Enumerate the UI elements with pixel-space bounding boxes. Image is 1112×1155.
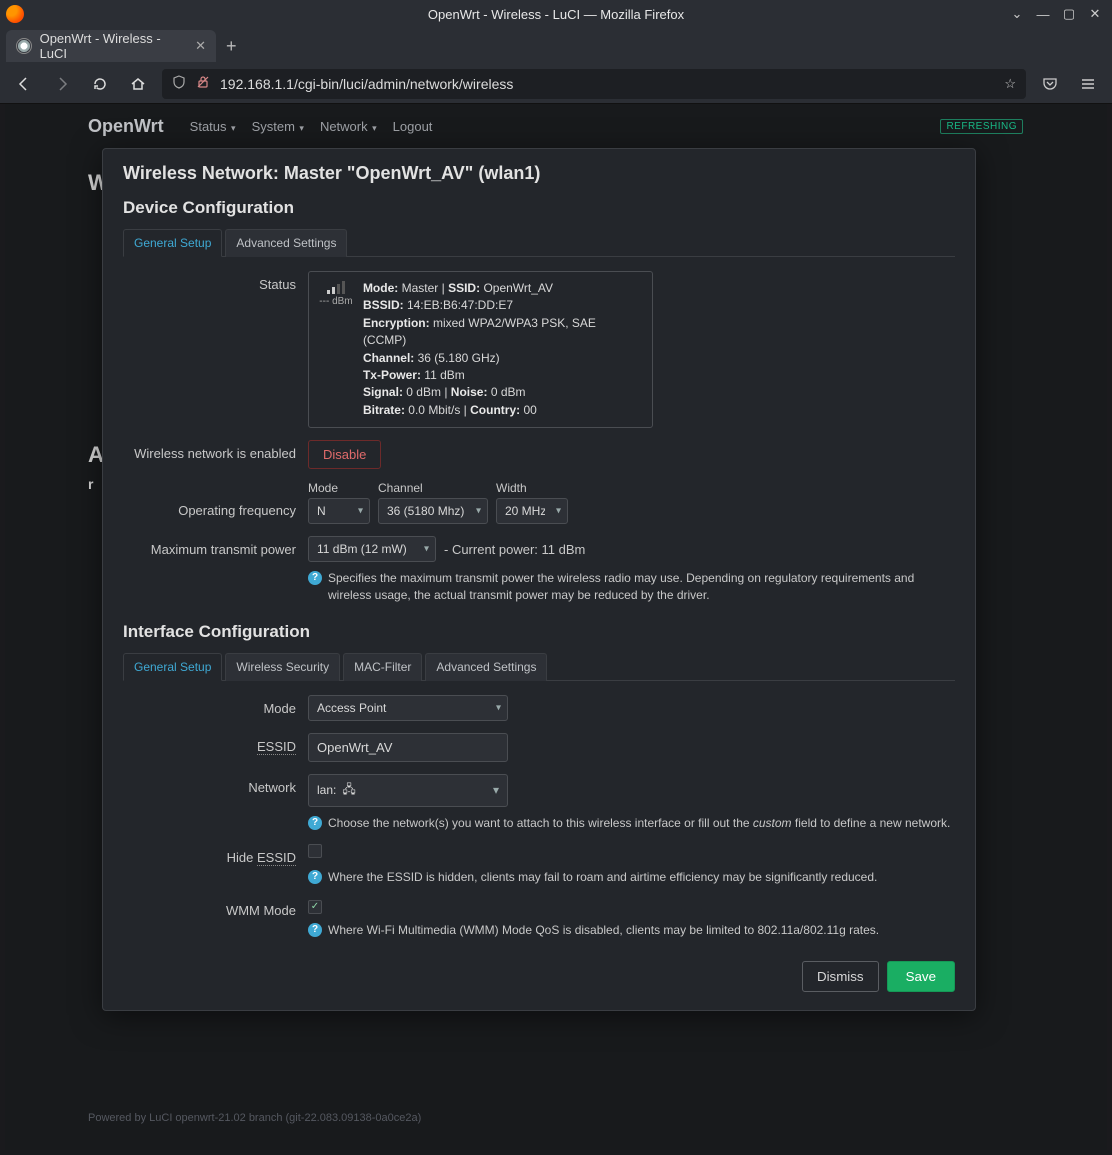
hide-essid-checkbox[interactable] [308, 844, 322, 858]
status-box: --- dBm Mode: Master | SSID: OpenWrt_AV … [308, 271, 653, 428]
hamburger-menu-icon[interactable] [1074, 70, 1102, 98]
label-channel: Channel [378, 481, 488, 495]
favicon-icon [16, 38, 32, 54]
save-button[interactable]: Save [887, 961, 955, 992]
pocket-icon[interactable] [1036, 70, 1064, 98]
signal-icon [327, 280, 345, 294]
help-icon: ? [308, 870, 322, 884]
menu-system[interactable]: System ▾ [252, 119, 304, 134]
label-iface-mode: Mode [123, 695, 308, 716]
tab-iface-advanced[interactable]: Advanced Settings [425, 653, 547, 681]
bridge-icon: 🖧 [342, 780, 355, 801]
page-viewport: OpenWrt Status ▾ System ▾ Network ▾ Logo… [5, 104, 1107, 1150]
help-icon: ? [308, 816, 322, 830]
label-width: Width [496, 481, 568, 495]
device-config-heading: Device Configuration [123, 198, 955, 218]
tab-iface-general[interactable]: General Setup [123, 653, 222, 681]
network-select[interactable]: lan: 🖧 ▾ [308, 774, 508, 807]
browser-navbar: 192.168.1.1/cgi-bin/luci/admin/network/w… [0, 64, 1112, 104]
label-essid: ESSID [123, 733, 308, 754]
back-button[interactable] [10, 70, 38, 98]
label-hide-essid: Hide ESSID [123, 844, 308, 865]
bg-text: r [88, 476, 93, 492]
tab-mac-filter[interactable]: MAC-Filter [343, 653, 422, 681]
wmm-checkbox[interactable]: ✓ [308, 900, 322, 914]
lock-icon[interactable] [196, 75, 210, 92]
browser-tab[interactable]: OpenWrt - Wireless - LuCI ✕ [6, 30, 216, 62]
caret-down-icon: ▾ [297, 123, 304, 133]
menu-logout[interactable]: Logout [393, 119, 433, 134]
tab-strip: OpenWrt - Wireless - LuCI ✕ + [0, 28, 1112, 64]
disable-button[interactable]: Disable [308, 440, 381, 469]
forward-button[interactable] [48, 70, 76, 98]
window-title: OpenWrt - Wireless - LuCI — Mozilla Fire… [428, 7, 684, 22]
home-button[interactable] [124, 70, 152, 98]
device-tabs: General Setup Advanced Settings [123, 228, 955, 257]
refreshing-badge: REFRESHING [940, 119, 1023, 134]
menu-status[interactable]: Status ▾ [190, 119, 236, 134]
wireless-modal: Wireless Network: Master "OpenWrt_AV" (w… [102, 148, 976, 1011]
essid-input[interactable] [308, 733, 508, 762]
label-enabled: Wireless network is enabled [123, 440, 308, 461]
tab-title: OpenWrt - Wireless - LuCI [40, 31, 188, 61]
interface-config-heading: Interface Configuration [123, 622, 955, 642]
menu-network[interactable]: Network ▾ [320, 119, 377, 134]
luci-footer: Powered by LuCI openwrt-21.02 branch (gi… [88, 1112, 421, 1124]
reload-button[interactable] [86, 70, 114, 98]
interface-tabs: General Setup Wireless Security MAC-Filt… [123, 652, 955, 681]
new-tab-button[interactable]: + [226, 36, 237, 57]
shield-icon[interactable] [172, 75, 186, 92]
url-text: 192.168.1.1/cgi-bin/luci/admin/network/w… [220, 76, 994, 92]
help-icon: ? [308, 571, 322, 585]
help-icon: ? [308, 923, 322, 937]
window-maximize-icon[interactable]: ▢ [1058, 3, 1080, 25]
label-mode: Mode [308, 481, 370, 495]
status-lines: Mode: Master | SSID: OpenWrt_AV BSSID: 1… [363, 280, 642, 419]
firefox-icon [6, 5, 24, 23]
iface-mode-select[interactable]: Access Point [308, 695, 508, 721]
width-select[interactable]: 20 MHz [496, 498, 568, 524]
tab-general-setup[interactable]: General Setup [123, 229, 222, 257]
tab-close-icon[interactable]: ✕ [195, 38, 206, 54]
label-wmm: WMM Mode [123, 897, 308, 918]
label-operating-frequency: Operating frequency [123, 481, 308, 518]
network-help: Choose the network(s) you want to attach… [328, 815, 950, 832]
txpower-help: Specifies the maximum transmit power the… [328, 570, 955, 604]
url-bar[interactable]: 192.168.1.1/cgi-bin/luci/admin/network/w… [162, 69, 1026, 99]
window-close-icon[interactable]: ✕ [1084, 3, 1106, 25]
bookmark-star-icon[interactable]: ☆ [1004, 76, 1016, 92]
mode-select[interactable]: N [308, 498, 370, 524]
tab-wireless-security[interactable]: Wireless Security [225, 653, 340, 681]
modal-title: Wireless Network: Master "OpenWrt_AV" (w… [123, 163, 955, 184]
dismiss-button[interactable]: Dismiss [802, 961, 879, 992]
caret-down-icon: ▾ [370, 123, 377, 133]
luci-navbar: OpenWrt Status ▾ System ▾ Network ▾ Logo… [5, 104, 1107, 148]
txpower-select[interactable]: 11 dBm (12 mW) [308, 536, 436, 562]
window-titlebar: OpenWrt - Wireless - LuCI — Mozilla Fire… [0, 0, 1112, 28]
window-minimize-icon[interactable]: — [1032, 3, 1054, 25]
signal-dbm: --- dBm [319, 296, 352, 307]
luci-brand[interactable]: OpenWrt [88, 116, 164, 137]
channel-select[interactable]: 36 (5180 Mhz) [378, 498, 488, 524]
label-status: Status [123, 271, 308, 292]
txpower-current: - Current power: 11 dBm [444, 542, 585, 557]
hide-essid-help: Where the ESSID is hidden, clients may f… [328, 869, 877, 886]
label-txpower: Maximum transmit power [123, 536, 308, 557]
caret-down-icon: ▾ [493, 783, 499, 797]
window-chevron-icon[interactable]: ⌄ [1006, 3, 1028, 25]
tab-advanced-settings[interactable]: Advanced Settings [225, 229, 347, 257]
wmm-help: Where Wi-Fi Multimedia (WMM) Mode QoS is… [328, 922, 879, 939]
label-network: Network [123, 774, 308, 795]
caret-down-icon: ▾ [229, 123, 236, 133]
